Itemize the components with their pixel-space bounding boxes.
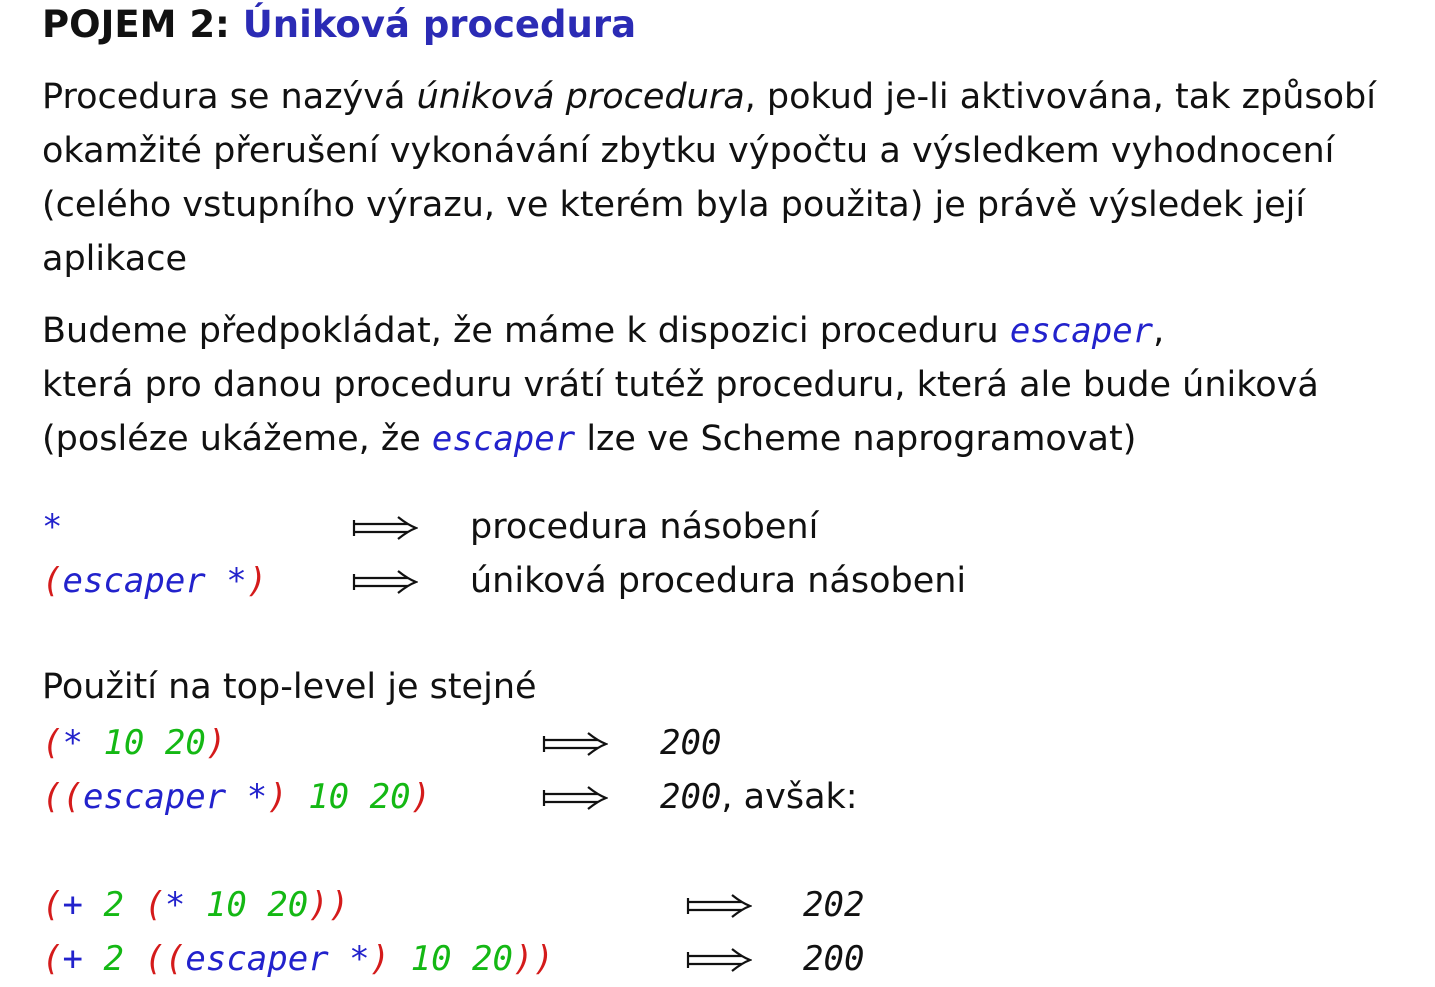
paren-open: (( xyxy=(144,939,186,979)
number: 20 xyxy=(267,885,309,925)
para1-emphasis: úniková procedura xyxy=(416,77,745,117)
page-title: POJEM 2: Úniková procedura xyxy=(42,2,636,48)
paren-close: ) xyxy=(369,939,391,979)
nested-row-2-expr: (+ 2 ((escaper *) 10 20)) xyxy=(42,932,554,986)
def-row-2-expr: (escaper *) xyxy=(42,554,267,608)
escaper-paragraph: Budeme předpokládat, že máme k dispozici… xyxy=(42,304,1412,466)
para2-text-1: Budeme předpokládat, že máme k dispozici… xyxy=(42,311,1010,351)
result-suffix: , avšak: xyxy=(721,777,858,817)
title-term: Úniková procedura xyxy=(242,3,637,46)
mul-symbol: * xyxy=(62,723,83,763)
toplevel-row-2-result: 200, avšak: xyxy=(660,770,858,824)
toplevel-row-1-expr: (* 10 20) xyxy=(42,716,226,770)
paren-open: ( xyxy=(42,561,63,601)
number: 10 xyxy=(205,885,247,925)
paren-close: )) xyxy=(308,885,350,925)
para1-text-1: Procedura se nazývá xyxy=(42,77,417,117)
paren-close: ) xyxy=(410,777,432,817)
number: 10 xyxy=(308,777,350,817)
result-value: 202 xyxy=(803,885,865,925)
result-value: 200 xyxy=(660,723,722,763)
maps-to-icon xyxy=(686,892,752,920)
number: 20 xyxy=(472,939,513,979)
maps-to-icon xyxy=(686,946,752,974)
mul-symbol: * xyxy=(164,885,186,925)
paren-open: ( xyxy=(42,939,63,979)
para2-text-4: lze ve Scheme naprogramovat) xyxy=(575,419,1137,459)
para2-line-1: Budeme předpokládat, že máme k dispozici… xyxy=(42,304,1412,358)
number: 20 xyxy=(369,777,411,817)
paren-close: ) xyxy=(246,561,268,601)
paren-close: ) xyxy=(267,777,288,817)
nested-row-2-result: 200 xyxy=(803,932,864,986)
mul-symbol: * xyxy=(42,507,63,547)
escaper-symbol: escaper xyxy=(185,939,329,979)
number: 20 xyxy=(164,723,206,763)
para2-text-3: (posléze ukážeme, že xyxy=(42,419,432,459)
plus-symbol: + xyxy=(62,939,83,979)
result-value: 200 xyxy=(660,777,722,817)
paren-open: ( xyxy=(42,885,63,925)
para2-line-3: (posléze ukážeme, že escaper lze ve Sche… xyxy=(42,412,1412,466)
maps-to-icon xyxy=(352,568,418,596)
mul-symbol: * xyxy=(246,777,268,817)
nested-row-1-result: 202 xyxy=(803,878,864,932)
def-row-1-expr: * xyxy=(42,500,62,554)
paren-open: ( xyxy=(42,723,63,763)
maps-to-icon xyxy=(542,730,608,758)
paren-open: (( xyxy=(42,777,83,817)
paren-close: )) xyxy=(513,939,554,979)
number: 2 xyxy=(103,939,124,979)
escaper-code-2: escaper xyxy=(431,419,576,459)
escaper-code: escaper xyxy=(1009,311,1154,351)
escaper-symbol: escaper xyxy=(82,777,227,817)
nested-row-1-expr: (+ 2 (* 10 20)) xyxy=(42,878,349,932)
para2-line-2: která pro danou proceduru vrátí tutéž pr… xyxy=(42,365,1319,405)
escaper-symbol: escaper xyxy=(62,561,206,601)
maps-to-icon xyxy=(542,784,608,812)
def-row-2-meaning: úniková procedura násobeni xyxy=(470,561,967,601)
toplevel-row-1-result: 200 xyxy=(660,716,721,770)
definition-paragraph: Procedura se nazývá úniková procedura, p… xyxy=(42,70,1412,286)
toplevel-row-2-expr: ((escaper *) 10 20) xyxy=(42,770,431,824)
para2-text-2: , xyxy=(1153,311,1165,351)
def-row-1-meaning: procedura násobení xyxy=(470,507,819,547)
paren-close: ) xyxy=(205,723,227,763)
toplevel-heading: Použití na top-level je stejné xyxy=(42,667,537,707)
plus-symbol: + xyxy=(62,885,83,925)
mul-symbol: * xyxy=(349,939,370,979)
mul-symbol: * xyxy=(226,561,247,601)
number: 10 xyxy=(103,723,145,763)
number: 2 xyxy=(103,885,124,925)
title-prefix: POJEM 2: xyxy=(42,3,230,46)
number: 10 xyxy=(410,939,452,979)
maps-to-icon xyxy=(352,514,418,542)
result-value: 200 xyxy=(803,939,865,979)
paren-open: ( xyxy=(144,885,165,925)
